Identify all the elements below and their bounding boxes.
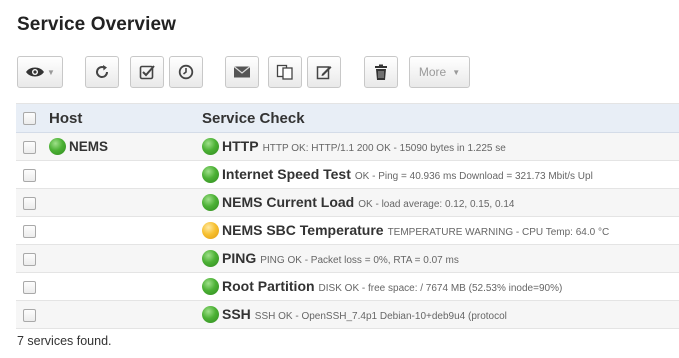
service-name[interactable]: NEMS Current Load bbox=[222, 194, 354, 210]
service-name[interactable]: Internet Speed Test bbox=[222, 166, 351, 182]
table-row: NEMS Current Load OK - load average: 0.12… bbox=[16, 189, 679, 217]
service-status-icon bbox=[202, 166, 219, 183]
service-status-icon bbox=[202, 194, 219, 211]
service-cell: HTTP HTTP OK: HTTP/1.1 200 OK - 15090 byt… bbox=[222, 138, 506, 156]
service-status-text: HTTP OK: HTTP/1.1 200 OK - 15090 bytes i… bbox=[262, 143, 506, 154]
table-row: NEMS SBC Temperature TEMPERATURE WARNING … bbox=[16, 217, 679, 245]
row-checkbox[interactable] bbox=[23, 309, 36, 322]
host-name[interactable]: NEMS bbox=[69, 139, 108, 154]
more-actions-button[interactable]: More ▼ bbox=[409, 56, 470, 88]
service-status-icon bbox=[202, 138, 219, 155]
table-row: Root Partition DISK OK - free space: / 76… bbox=[16, 273, 679, 301]
envelope-icon bbox=[233, 65, 251, 79]
schedule-downtime-button[interactable] bbox=[169, 56, 203, 88]
refresh-icon bbox=[94, 64, 110, 80]
select-all-checkbox[interactable] bbox=[23, 112, 36, 125]
service-cell: SSH SSH OK - OpenSSH_7.4p1 Debian-10+deb9… bbox=[222, 306, 507, 324]
service-name[interactable]: SSH bbox=[222, 306, 251, 322]
service-warning-icon bbox=[202, 222, 219, 239]
table-row: SSH SSH OK - OpenSSH_7.4p1 Debian-10+deb9… bbox=[16, 301, 679, 329]
service-cell: Root Partition DISK OK - free space: / 76… bbox=[222, 278, 562, 296]
table-header-row: Host Service Check bbox=[16, 104, 679, 133]
checkbox-check-icon bbox=[139, 64, 155, 80]
service-status-text: TEMPERATURE WARNING - CPU Temp: 64.0 °C bbox=[387, 227, 610, 238]
service-status-text: DISK OK - free space: / 7674 MB (52.53% … bbox=[318, 283, 563, 294]
table-row: Internet Speed Test OK - Ping = 40.936 ms… bbox=[16, 161, 679, 189]
delete-button[interactable] bbox=[364, 56, 398, 88]
service-table: Host Service Check NEMS HTTP HTTP OK: HTT… bbox=[16, 103, 679, 329]
acknowledge-button[interactable] bbox=[130, 56, 164, 88]
row-checkbox[interactable] bbox=[23, 225, 36, 238]
row-checkbox[interactable] bbox=[23, 169, 36, 182]
chevron-down-icon: ▼ bbox=[452, 67, 461, 77]
send-notification-button[interactable] bbox=[225, 56, 259, 88]
row-checkbox[interactable] bbox=[23, 141, 36, 154]
service-status-text: PING OK - Packet loss = 0%, RTA = 0.07 m… bbox=[260, 255, 459, 266]
service-cell: NEMS SBC Temperature TEMPERATURE WARNING … bbox=[222, 222, 609, 240]
service-cell: PING PING OK - Packet loss = 0%, RTA = 0.… bbox=[222, 250, 459, 268]
clock-icon bbox=[178, 64, 194, 80]
chevron-down-icon: ▼ bbox=[47, 67, 55, 77]
service-cell: Internet Speed Test OK - Ping = 40.936 ms… bbox=[222, 166, 593, 184]
edit-icon bbox=[316, 64, 332, 80]
service-status-text: OK - Ping = 40.936 ms Download = 321.73 … bbox=[354, 171, 593, 182]
edit-button[interactable] bbox=[307, 56, 341, 88]
service-status-icon bbox=[202, 278, 219, 295]
service-status-text: SSH OK - OpenSSH_7.4p1 Debian-10+deb9u4 … bbox=[254, 311, 507, 322]
table-row: PING PING OK - Packet loss = 0%, RTA = 0.… bbox=[16, 245, 679, 273]
column-header-host[interactable]: Host bbox=[49, 110, 82, 127]
service-name[interactable]: NEMS SBC Temperature bbox=[222, 222, 384, 238]
row-checkbox[interactable] bbox=[23, 197, 36, 210]
row-checkbox[interactable] bbox=[23, 253, 36, 266]
view-options-button[interactable]: ▼ bbox=[17, 56, 63, 88]
service-status-icon bbox=[202, 306, 219, 323]
column-header-service-check[interactable]: Service Check bbox=[202, 110, 305, 127]
more-label: More bbox=[418, 65, 447, 79]
trash-icon bbox=[374, 64, 388, 81]
service-cell: NEMS Current Load OK - load average: 0.12… bbox=[222, 194, 514, 212]
services-count-summary: 7 services found. bbox=[17, 334, 112, 348]
copy-icon bbox=[276, 64, 294, 80]
copy-button[interactable] bbox=[268, 56, 302, 88]
service-name[interactable]: PING bbox=[222, 250, 256, 266]
service-name[interactable]: HTTP bbox=[222, 138, 259, 154]
service-status-text: OK - load average: 0.12, 0.15, 0.14 bbox=[358, 199, 515, 210]
page-title: Service Overview bbox=[17, 14, 176, 35]
row-checkbox[interactable] bbox=[23, 281, 36, 294]
table-row: NEMS HTTP HTTP OK: HTTP/1.1 200 OK - 1509… bbox=[16, 133, 679, 161]
service-name[interactable]: Root Partition bbox=[222, 278, 315, 294]
service-status-icon bbox=[202, 250, 219, 267]
eye-icon bbox=[25, 66, 45, 78]
host-status-icon bbox=[49, 138, 66, 155]
refresh-button[interactable] bbox=[85, 56, 119, 88]
